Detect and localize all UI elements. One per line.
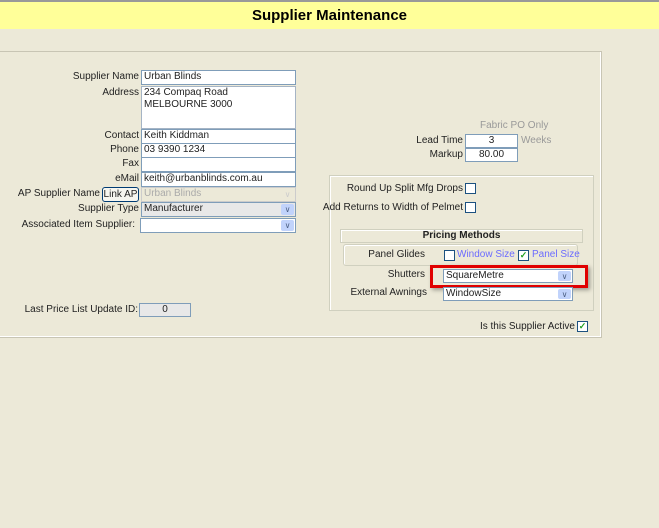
link-ap-button[interactable]: Link AP [102, 187, 139, 202]
associated-item-select[interactable]: ∨ [140, 218, 296, 233]
lead-time-label: Lead Time [416, 135, 463, 146]
window-size-label: Window Size [457, 249, 515, 260]
phone-input[interactable]: 03 9390 1234 [141, 143, 296, 158]
awnings-label: External Awnings [350, 287, 427, 298]
chevron-down-icon: ∨ [558, 289, 571, 299]
chevron-down-icon: ∨ [281, 204, 294, 215]
contact-input[interactable]: Keith Kiddman [141, 129, 296, 144]
fabric-po-only-label: Fabric PO Only [480, 120, 549, 131]
add-returns-checkbox[interactable] [465, 202, 476, 213]
awnings-value: WindowSize [446, 288, 502, 299]
round-up-label: Round Up Split Mfg Drops [346, 183, 463, 194]
window-size-checkbox[interactable] [444, 250, 455, 261]
last-price-label: Last Price List Update ID: [24, 304, 138, 315]
email-label: eMail [115, 173, 139, 184]
panel-size-checkbox[interactable]: ✓ [518, 250, 529, 261]
supplier-type-label: Supplier Type [78, 203, 139, 214]
contact-label: Contact [104, 130, 139, 141]
add-returns-label: Add Returns to Width of Pelmet [322, 202, 463, 213]
last-price-value: 0 [139, 303, 191, 317]
round-up-checkbox[interactable] [465, 183, 476, 194]
markup-input[interactable]: 80.00 [465, 148, 518, 162]
supplier-type-select[interactable]: Manufacturer ∨ [141, 202, 296, 217]
panel-size-label: Panel Size [532, 249, 580, 260]
supplier-name-input[interactable]: Urban Blinds [141, 70, 296, 85]
checkmark-icon: ✓ [519, 250, 528, 260]
ap-supplier-label: AP Supplier Name [17, 188, 100, 199]
address-input[interactable]: 234 Compaq Road MELBOURNE 3000 [141, 86, 296, 129]
ap-supplier-select[interactable]: Urban Blinds ∨ [141, 187, 296, 202]
supplier-type-value: Manufacturer [144, 203, 203, 214]
weeks-label: Weeks [521, 135, 552, 146]
shutters-select[interactable]: SquareMetre ∨ [443, 269, 573, 283]
lead-time-input[interactable]: 3 [465, 134, 518, 148]
supplier-name-label: Supplier Name [72, 71, 139, 82]
markup-label: Markup [429, 149, 463, 160]
ap-supplier-value: Urban Blinds [144, 188, 202, 199]
active-label: Is this Supplier Active [479, 321, 575, 332]
shutters-label: Shutters [387, 269, 425, 280]
chevron-down-icon: ∨ [281, 189, 294, 200]
chevron-down-icon: ∨ [281, 220, 294, 231]
address-label: Address [102, 87, 139, 98]
pricing-methods-header: Pricing Methods [340, 229, 583, 243]
shutters-value: SquareMetre [446, 270, 504, 281]
phone-label: Phone [110, 144, 139, 155]
active-checkbox[interactable]: ✓ [577, 321, 588, 332]
page-title: Supplier Maintenance [0, 0, 659, 29]
chevron-down-icon: ∨ [558, 271, 571, 281]
email-input[interactable]: keith@urbanblinds.com.au [141, 172, 296, 187]
checkmark-icon: ✓ [578, 321, 587, 331]
associated-item-label: Associated Item Supplier: [21, 219, 135, 230]
panel-glides-label: Panel Glides [368, 249, 425, 260]
fax-input[interactable] [141, 157, 296, 172]
fax-label: Fax [122, 158, 139, 169]
awnings-select[interactable]: WindowSize ∨ [443, 287, 573, 301]
